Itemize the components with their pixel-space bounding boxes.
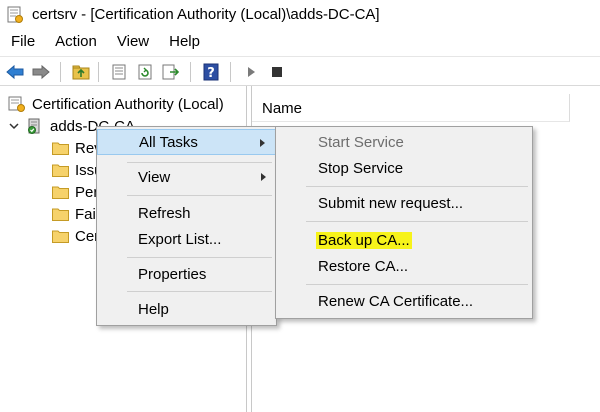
certificate-authority-icon [8, 96, 25, 112]
chevron-down-icon[interactable] [8, 120, 20, 132]
column-header-name[interactable]: Name [252, 94, 570, 122]
folder-icon [52, 164, 69, 177]
menu-item-label: Start Service [318, 133, 404, 151]
menu-file[interactable]: File [0, 30, 44, 54]
menu-item-label: Stop Service [318, 159, 404, 177]
menu-item-start-service: Start Service [276, 129, 532, 155]
menu-view[interactable]: View [106, 30, 158, 54]
menu-separator [127, 195, 272, 196]
toolbar-separator [230, 62, 231, 82]
menu-item-renew-ca-certificate[interactable]: Renew CA Certificate... [276, 288, 532, 314]
chevron-right-icon [261, 173, 266, 181]
chevron-right-icon [260, 139, 265, 147]
menu-separator [306, 221, 528, 222]
folder-icon [52, 186, 69, 199]
title-bar: certsrv - [Certification Authority (Loca… [0, 0, 600, 30]
menu-item-label: Help [138, 300, 169, 318]
menu-item-back-up-ca[interactable]: Back up CA... [276, 227, 532, 253]
menu-item-view[interactable]: View [97, 164, 276, 190]
certsrv-app-icon [7, 6, 23, 23]
export-icon[interactable] [160, 62, 182, 82]
menu-item-label: All Tasks [139, 133, 198, 151]
menu-separator [127, 257, 272, 258]
tree-folder-failed[interactable]: Fai [52, 203, 96, 225]
menu-help[interactable]: Help [158, 30, 209, 54]
menu-item-export-list[interactable]: Export List... [97, 226, 276, 252]
menu-item-label: Renew CA Certificate... [318, 292, 474, 310]
context-menu: All Tasks View Refresh Export List... Pr… [96, 126, 277, 326]
menu-item-label: Properties [138, 265, 207, 283]
toolbar: ? [0, 56, 600, 86]
tree-folder-certificate-templates[interactable]: Cer [52, 225, 99, 247]
column-header-label: Name [262, 100, 303, 117]
menu-item-properties[interactable]: Properties [97, 261, 276, 287]
window-title: certsrv - [Certification Authority (Loca… [32, 6, 380, 23]
toolbar-separator [190, 62, 191, 82]
menu-separator [306, 186, 528, 187]
menu-item-restore-ca[interactable]: Restore CA... [276, 253, 532, 279]
svg-text:?: ? [207, 66, 215, 81]
toolbar-separator [60, 62, 61, 82]
menu-item-label: Submit new request... [318, 194, 464, 212]
all-tasks-submenu: Start Service Stop Service Submit new re… [275, 126, 533, 319]
tree-folder-label: Fai [75, 205, 96, 223]
properties-icon[interactable] [108, 62, 130, 82]
menu-item-submit-new-request[interactable]: Submit new request... [276, 190, 532, 216]
menu-action[interactable]: Action [44, 30, 106, 54]
menu-item-help[interactable]: Help [97, 296, 276, 322]
tree-root[interactable]: Certification Authority (Local) [8, 93, 224, 115]
menu-separator [306, 284, 528, 285]
refresh-icon[interactable] [134, 62, 156, 82]
menu-item-label: Export List... [138, 230, 222, 248]
menu-separator [127, 162, 272, 163]
menu-item-label: Back up CA... [316, 231, 412, 249]
tree-root-label: Certification Authority (Local) [32, 95, 224, 113]
back-icon[interactable] [4, 62, 26, 82]
tree-folder-issued[interactable]: Issu [52, 159, 103, 181]
menu-bar: File Action View Help [0, 30, 600, 54]
toolbar-separator [98, 62, 99, 82]
stop-icon[interactable] [266, 62, 288, 82]
folder-icon [52, 230, 69, 243]
up-folder-icon[interactable] [70, 62, 92, 82]
menu-item-label: Restore CA... [318, 257, 409, 275]
menu-item-refresh[interactable]: Refresh [97, 200, 276, 226]
menu-item-all-tasks[interactable]: All Tasks [97, 129, 276, 155]
tree-folder-revoked[interactable]: Rev [52, 137, 102, 159]
menu-item-label: Refresh [138, 204, 191, 222]
ca-server-icon [28, 118, 40, 134]
folder-icon [52, 208, 69, 221]
menu-item-label: View [138, 168, 171, 186]
start-icon[interactable] [240, 62, 262, 82]
tree-folder-pending[interactable]: Pen [52, 181, 102, 203]
forward-icon[interactable] [30, 62, 52, 82]
menu-item-stop-service[interactable]: Stop Service [276, 155, 532, 181]
help-icon[interactable]: ? [200, 62, 222, 82]
folder-icon [52, 142, 69, 155]
menu-separator [127, 291, 272, 292]
